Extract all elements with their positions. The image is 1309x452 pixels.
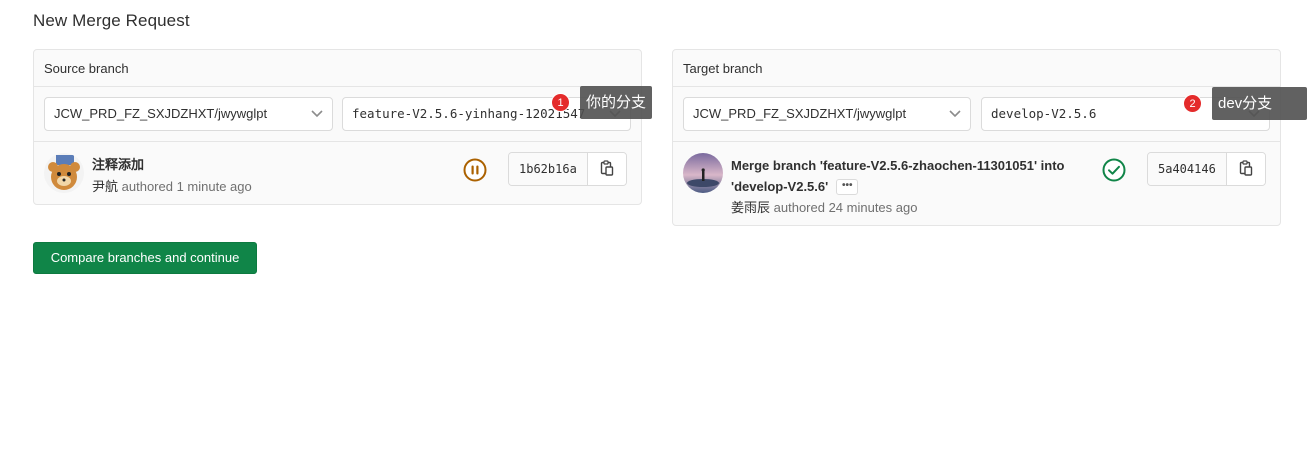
clipboard-icon xyxy=(1239,159,1253,179)
commit-sha-group: 1b62b16a xyxy=(508,152,627,186)
chevron-down-icon xyxy=(949,98,961,118)
commit-time: authored 24 minutes ago xyxy=(773,200,918,215)
commit-author-link[interactable]: 姜雨辰 xyxy=(731,200,770,215)
commit-title-link[interactable]: Merge branch 'feature-V2.5.6-zhaochen-11… xyxy=(731,155,1064,197)
source-branch-panel: Source branch JCW_PRD_FZ_SXJDZHXT/jwywgl… xyxy=(33,49,642,205)
commit-title-link[interactable]: 注释添加 xyxy=(92,155,144,175)
commit-sha-group: 5a404146 xyxy=(1147,152,1266,186)
source-project-label: JCW_PRD_FZ_SXJDZHXT/jwywglpt xyxy=(54,106,268,121)
commit-meta: 尹航 authored 1 minute ago xyxy=(92,176,252,195)
source-branch-selectors: JCW_PRD_FZ_SXJDZHXT/jwywglpt feature-V2.… xyxy=(34,87,641,142)
commit-sha[interactable]: 5a404146 xyxy=(1148,153,1227,185)
annotation-badge: 1 xyxy=(551,93,570,112)
compare-branches-button[interactable]: Compare branches and continue xyxy=(33,242,257,274)
pipeline-success-icon[interactable] xyxy=(1102,158,1126,182)
source-branch-header: Source branch xyxy=(34,50,641,87)
commit-meta: 姜雨辰 authored 24 minutes ago xyxy=(731,197,917,216)
commit-title-line: Merge branch 'feature-V2.5.6-zhaochen-11… xyxy=(731,158,1065,173)
target-project-label: JCW_PRD_FZ_SXJDZHXT/jwywglpt xyxy=(693,106,907,121)
commit-title-line: 'develop-V2.5.6' xyxy=(731,179,829,194)
pipeline-paused-icon[interactable] xyxy=(463,158,487,182)
annotation-tooltip: dev分支 xyxy=(1212,87,1307,120)
chevron-down-icon xyxy=(311,98,323,118)
avatar[interactable] xyxy=(683,153,723,193)
source-branch-label: feature-V2.5.6-yinhang-12021547 xyxy=(352,106,586,121)
commit-author-link[interactable]: 尹航 xyxy=(92,179,118,194)
commit-time: authored 1 minute ago xyxy=(121,179,252,194)
source-project-dropdown[interactable]: JCW_PRD_FZ_SXJDZHXT/jwywglpt xyxy=(44,97,333,131)
copy-sha-button[interactable] xyxy=(587,153,626,185)
avatar[interactable] xyxy=(44,153,84,193)
target-branch-panel: Target branch JCW_PRD_FZ_SXJDZHXT/jwywgl… xyxy=(672,49,1281,226)
page-title: New Merge Request xyxy=(33,11,190,30)
target-branch-header: Target branch xyxy=(673,50,1280,87)
target-branch-label: develop-V2.5.6 xyxy=(991,106,1097,121)
copy-sha-button[interactable] xyxy=(1226,153,1265,185)
annotation-tooltip: 你的分支 xyxy=(580,86,653,119)
commit-sha[interactable]: 1b62b16a xyxy=(509,153,588,185)
annotation-badge: 2 xyxy=(1183,94,1202,113)
clipboard-icon xyxy=(600,159,614,179)
target-project-dropdown[interactable]: JCW_PRD_FZ_SXJDZHXT/jwywglpt xyxy=(683,97,971,131)
more-icon[interactable]: ••• xyxy=(836,178,859,195)
